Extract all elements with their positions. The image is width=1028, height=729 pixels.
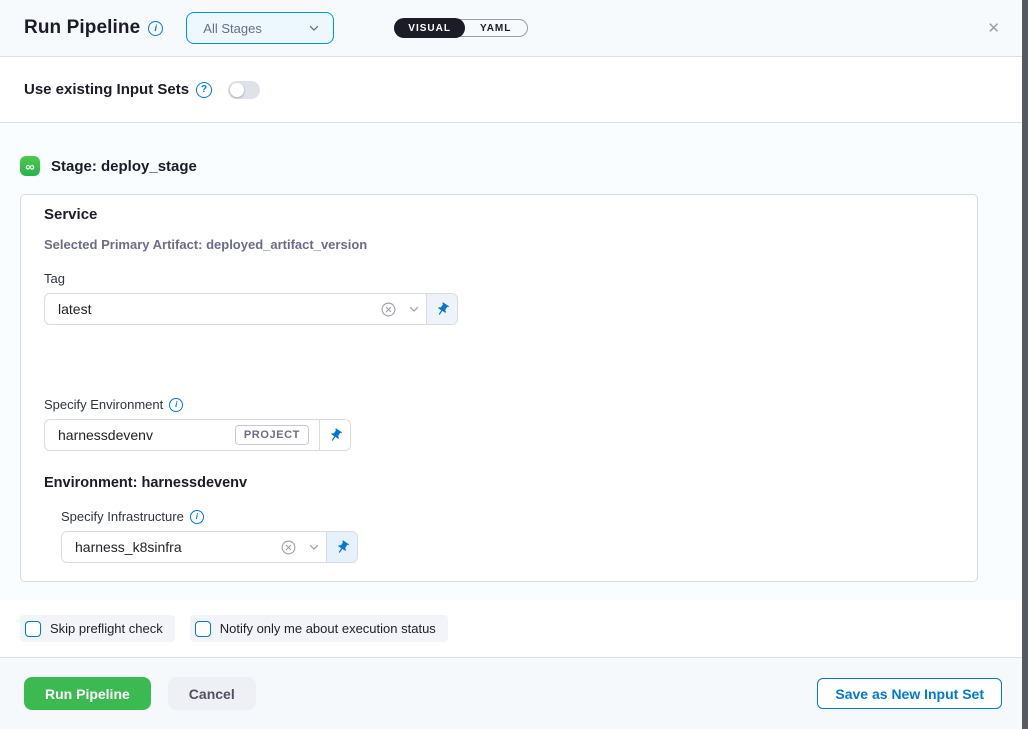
run-pipeline-modal-page: Run Pipeline i All Stages VISUAL YAML ✕ … [0,0,1028,729]
infrastructure-block: Specify Infrastructure i [61,509,977,563]
project-scope-badge: PROJECT [235,425,309,445]
infrastructure-input-group [61,531,358,563]
tag-input[interactable] [45,294,375,324]
page-title: Run Pipeline [24,17,140,39]
checkbox-icon[interactable] [25,621,41,637]
chevron-down-icon[interactable] [302,532,326,562]
infrastructure-label: Specify Infrastructure i [61,509,977,524]
infrastructure-pin-button[interactable] [326,532,357,562]
checkbox-icon[interactable] [195,621,211,637]
stage-label: Stage: deploy_stage [51,158,197,175]
toggle-visual[interactable]: VISUAL [394,18,465,38]
clear-icon[interactable] [375,294,402,324]
run-pipeline-modal: Run Pipeline i All Stages VISUAL YAML ✕ … [0,0,1022,729]
service-card: Service Selected Primary Artifact: deplo… [20,194,978,582]
infrastructure-input[interactable] [62,532,275,562]
use-input-sets-toggle[interactable] [228,81,260,99]
pin-icon [432,299,453,320]
save-as-new-input-set-button[interactable]: Save as New Input Set [817,678,1002,709]
input-sets-row: Use existing Input Sets ? [0,57,1022,123]
chevron-down-icon[interactable] [402,294,426,324]
help-icon[interactable]: ? [196,82,212,98]
modal-header: Run Pipeline i All Stages VISUAL YAML ✕ [0,0,1022,57]
selected-artifact-text: Selected Primary Artifact: deployed_arti… [44,237,977,252]
environment-info-icon[interactable]: i [169,398,183,412]
toggle-yaml[interactable]: YAML [464,23,527,34]
skip-preflight-label: Skip preflight check [50,621,163,636]
environment-pin-button[interactable] [319,420,350,450]
notify-me-label: Notify only me about execution status [220,621,436,636]
tag-pin-button[interactable] [426,294,457,324]
service-title: Service [44,206,977,223]
pin-icon [332,537,353,558]
stage-selector-dropdown[interactable]: All Stages [186,12,334,44]
use-input-sets-label: Use existing Input Sets [24,81,189,98]
tag-input-group [44,293,458,325]
pin-icon [325,425,346,446]
deploy-stage-icon: ∞ [20,156,40,176]
environment-input-group: PROJECT [44,419,351,451]
clear-icon[interactable] [275,532,302,562]
skip-preflight-checkbox-chip[interactable]: Skip preflight check [20,615,175,642]
dimmed-background-edge [1022,0,1028,729]
stage-selector-value: All Stages [203,21,307,36]
chevron-down-icon [307,21,321,35]
stage-row: ∞ Stage: deploy_stage [20,156,1022,176]
run-options-row: Skip preflight check Notify only me abou… [0,600,1022,658]
close-icon[interactable]: ✕ [983,15,1004,41]
toggle-knob [230,83,244,97]
pipeline-inputs-section: ∞ Stage: deploy_stage Service Selected P… [0,123,1022,600]
modal-footer: Run Pipeline Cancel Save as New Input Se… [0,658,1022,729]
cancel-button[interactable]: Cancel [168,677,256,710]
run-pipeline-info-icon[interactable]: i [148,21,163,36]
environment-heading: Environment: harnessdevenv [44,475,977,491]
notify-me-checkbox-chip[interactable]: Notify only me about execution status [190,615,448,642]
environment-label: Specify Environment i [44,397,977,412]
visual-yaml-toggle: VISUAL YAML [394,19,528,37]
tag-label: Tag [44,271,977,286]
infrastructure-info-icon[interactable]: i [190,510,204,524]
run-pipeline-button[interactable]: Run Pipeline [24,677,151,710]
environment-input[interactable] [45,420,235,450]
